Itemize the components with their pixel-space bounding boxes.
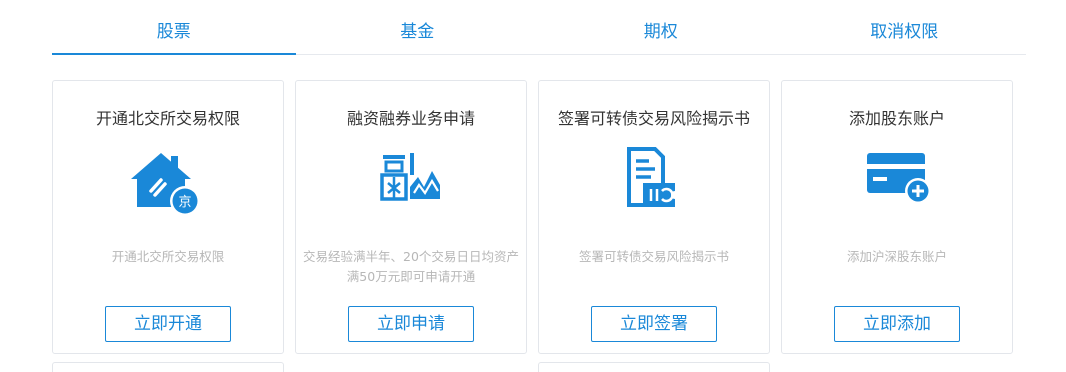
card-title: 添加股东账户 [848,109,945,128]
sign-button[interactable]: 立即签署 [591,306,717,342]
rong-chart-icon [366,147,456,219]
apply-button[interactable]: 立即申请 [348,306,474,342]
card-add-icon [852,147,942,219]
next-row-card [52,362,284,372]
tab-cancel-permissions[interactable]: 取消权限 [783,10,1027,54]
card-margin-trading: 融资融券业务申请 交易经验满半年、20个交易日日均资产满50万元即可申请开通 立… [295,80,527,354]
card-title: 开通北交所交易权限 [95,109,240,128]
card-title: 融资融券业务申请 [346,109,475,128]
tab-bar: 股票 基金 期权 取消权限 [52,10,1026,55]
card-add-shareholder-account: 添加股东账户 添加沪深股东账户 立即添加 [781,80,1013,354]
card-title: 签署可转债交易风险揭示书 [557,109,750,128]
tab-options[interactable]: 期权 [539,10,783,54]
tab-stocks[interactable]: 股票 [52,10,296,55]
next-row-card [538,362,770,372]
card-description: 签署可转债交易风险揭示书 [578,249,729,264]
card-description: 交易经验满半年、20个交易日日均资产满50万元即可申请开通 [303,249,519,284]
card-description: 开通北交所交易权限 [111,249,225,264]
house-jing-icon: 京 [123,147,213,219]
document-convert-icon [609,147,699,219]
open-button[interactable]: 立即开通 [105,306,231,342]
card-bse-permission: 开通北交所交易权限 京 开通北交所交易权限 立即开通 [52,80,284,354]
card-convertible-bond: 签署可转债交易风险揭示书 签署可转债交易风险揭示书 立即签署 [538,80,770,354]
tab-funds[interactable]: 基金 [296,10,540,54]
jing-badge: 京 [178,195,191,210]
card-description: 添加沪深股东账户 [846,249,947,264]
add-button[interactable]: 立即添加 [834,306,960,342]
